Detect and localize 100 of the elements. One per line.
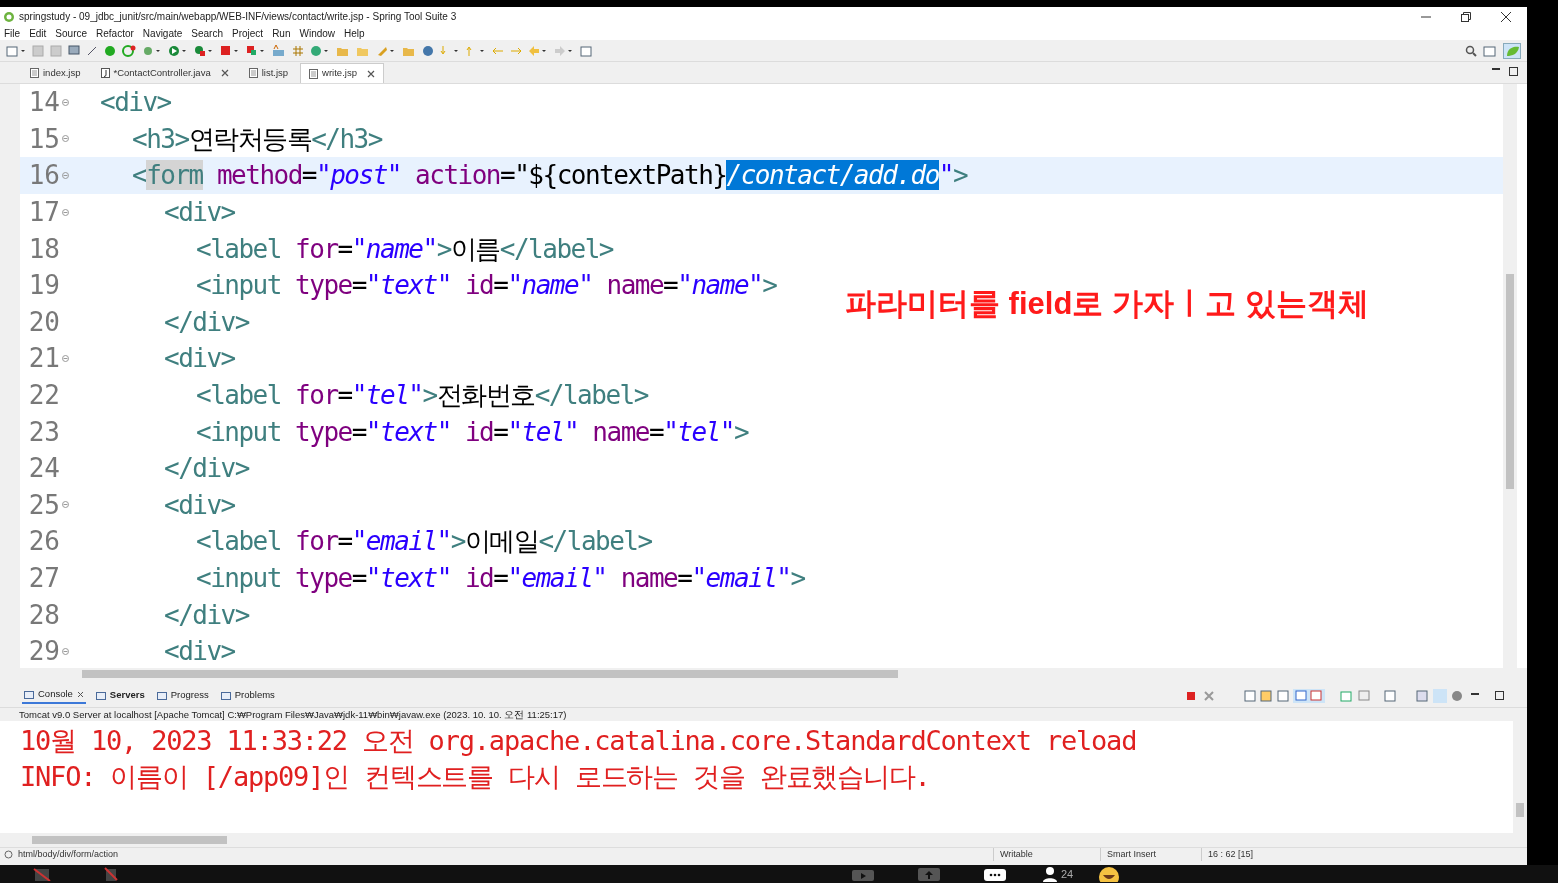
line-number: 25 xyxy=(27,491,60,518)
code-line: <div> xyxy=(163,345,235,372)
annotation-text: 파라미터를 field로 가자ㅣ고 있는객체 xyxy=(845,285,1369,323)
perspective-icon[interactable] xyxy=(1483,44,1497,57)
code-line: <label for="tel">전화번호</label> xyxy=(195,382,648,409)
code-line: <form method="post" action="${contextPath}/contact/add.do"> xyxy=(131,162,968,189)
view-icon xyxy=(24,689,34,700)
menu-item[interactable]: Project xyxy=(232,25,264,41)
line-number: 27 xyxy=(27,565,60,591)
code-line: <div> xyxy=(163,638,235,665)
line-number: 23 xyxy=(27,418,60,445)
menu-item[interactable]: Run xyxy=(272,25,291,41)
line-number: 20 xyxy=(27,308,60,335)
console-tab[interactable]: Servers xyxy=(93,688,147,703)
info-icon xyxy=(4,850,13,859)
restore-icon[interactable] xyxy=(1461,11,1471,22)
fold-icon[interactable] xyxy=(62,647,69,655)
close-icon[interactable] xyxy=(76,691,84,698)
window-title: springstudy - 09_jdbc_junit/src/main/webapp/WEB-INF/views/contact/write.jsp - Spring Tool Suite 3 xyxy=(19,10,457,24)
line-number: 22 xyxy=(27,382,60,409)
fold-icon[interactable] xyxy=(62,208,69,216)
menu-item[interactable]: Refactor xyxy=(96,25,134,41)
line-number: 15 xyxy=(27,125,60,152)
menu-item[interactable]: Edit xyxy=(29,25,47,41)
search-icon[interactable] xyxy=(1465,44,1477,57)
close-icon[interactable] xyxy=(366,69,375,78)
code-line: <label for="email">이메일</label> xyxy=(195,528,652,555)
status-insert-mode: Smart Insert xyxy=(1100,847,1201,862)
down-arrow-icon[interactable] xyxy=(440,44,460,57)
up-arrow-icon[interactable] xyxy=(466,44,486,57)
editor-tab[interactable]: write.jsp xyxy=(300,63,384,83)
line-number: 29 xyxy=(27,638,60,665)
monitor-icon[interactable] xyxy=(68,44,80,57)
fold-icon[interactable] xyxy=(62,98,69,106)
menu-item[interactable]: Search xyxy=(191,25,223,41)
chat-icon[interactable] xyxy=(984,867,1006,881)
line-number: 21 xyxy=(27,345,60,372)
fold-icon[interactable] xyxy=(62,354,69,362)
new-file-icon[interactable] xyxy=(6,44,26,57)
status-position: 16 : 62 [15] xyxy=(1201,847,1301,862)
console-tab[interactable]: Problems xyxy=(218,688,277,703)
person-icon[interactable] xyxy=(1042,866,1058,882)
save-all-icon[interactable] xyxy=(50,44,62,57)
save-icon[interactable] xyxy=(32,44,44,57)
status-path: html/body/div/form/action xyxy=(18,847,120,861)
file-icon xyxy=(248,68,258,78)
fold-icon[interactable] xyxy=(62,135,69,143)
refresh-icon[interactable] xyxy=(122,44,136,57)
menu-item[interactable]: File xyxy=(4,25,21,41)
stop-icon[interactable] xyxy=(220,44,240,57)
app-logo-icon xyxy=(3,10,15,23)
code-line: <input type="text" id="email" name="email"> xyxy=(195,565,805,591)
view-icon xyxy=(95,690,106,701)
menu-item[interactable]: Source xyxy=(55,25,88,41)
code-line: </div> xyxy=(163,308,249,335)
code-line: <div> xyxy=(163,491,235,518)
file-icon xyxy=(309,68,319,79)
maximize-icon[interactable] xyxy=(1509,67,1519,77)
console-label: Tomcat v9.0 Server at localhost [Apache Tomcat] C:₩Program Files₩Java₩jdk-11₩bin₩javaw.exe (2023. 10. 10. 오전 11:25:17) xyxy=(18,708,568,721)
view-icon xyxy=(220,690,231,701)
vertical-scrollbar[interactable] xyxy=(1503,84,1517,668)
forward-icon[interactable] xyxy=(554,44,574,57)
console-line: INFO: 이름이 [/app09]인 컨텍스트를 다시 로드하는 것을 완료했습니다. xyxy=(20,760,930,794)
close-icon[interactable] xyxy=(1501,11,1511,22)
code-line: <h3>연락처등록</h3> xyxy=(131,125,382,152)
line-number: 24 xyxy=(27,455,60,482)
line-number: 19 xyxy=(27,272,60,299)
line-number: 17 xyxy=(27,199,60,226)
back-icon[interactable] xyxy=(528,44,548,57)
menu-item[interactable]: Help xyxy=(344,25,365,41)
menu-item[interactable]: Navigate xyxy=(142,25,183,41)
line-number: 26 xyxy=(27,528,60,555)
code-line: <div> xyxy=(163,199,235,226)
fold-icon[interactable] xyxy=(62,501,69,509)
line-number: 28 xyxy=(27,601,60,628)
status-mode: Writable xyxy=(993,847,1100,862)
maximize-icon[interactable] xyxy=(1495,690,1505,701)
console-tab[interactable]: Console xyxy=(22,687,86,704)
video-icon[interactable] xyxy=(852,867,874,881)
console-tab[interactable]: Progress xyxy=(154,688,211,703)
grid-icon[interactable] xyxy=(292,44,304,57)
run-icon[interactable] xyxy=(168,44,188,57)
fold-icon[interactable] xyxy=(62,172,69,179)
editor-tab[interactable]: *ContactController.java xyxy=(92,63,237,83)
code-line: </div> xyxy=(163,601,249,628)
stop-tool-icon[interactable] xyxy=(246,44,266,57)
editor-tab[interactable]: list.jsp xyxy=(240,63,297,83)
editor-tab[interactable]: index.jsp xyxy=(22,63,89,83)
share-screen-icon[interactable] xyxy=(918,867,940,881)
line-number: 14 xyxy=(27,89,60,116)
view-icon xyxy=(156,690,167,701)
file-icon xyxy=(30,68,39,78)
run-tool-icon[interactable] xyxy=(194,44,214,57)
laughing-face-icon[interactable] xyxy=(1098,866,1121,882)
leaf-icon[interactable] xyxy=(1503,42,1521,59)
close-icon[interactable] xyxy=(220,69,229,77)
line-number: 18 xyxy=(27,235,60,262)
console-line: 10월 10, 2023 11:33:22 오전 org.apache.catalina.core.StandardContext reload xyxy=(20,724,1137,758)
menu-item[interactable]: Window xyxy=(299,25,336,41)
video-muted-icon[interactable] xyxy=(104,867,118,881)
